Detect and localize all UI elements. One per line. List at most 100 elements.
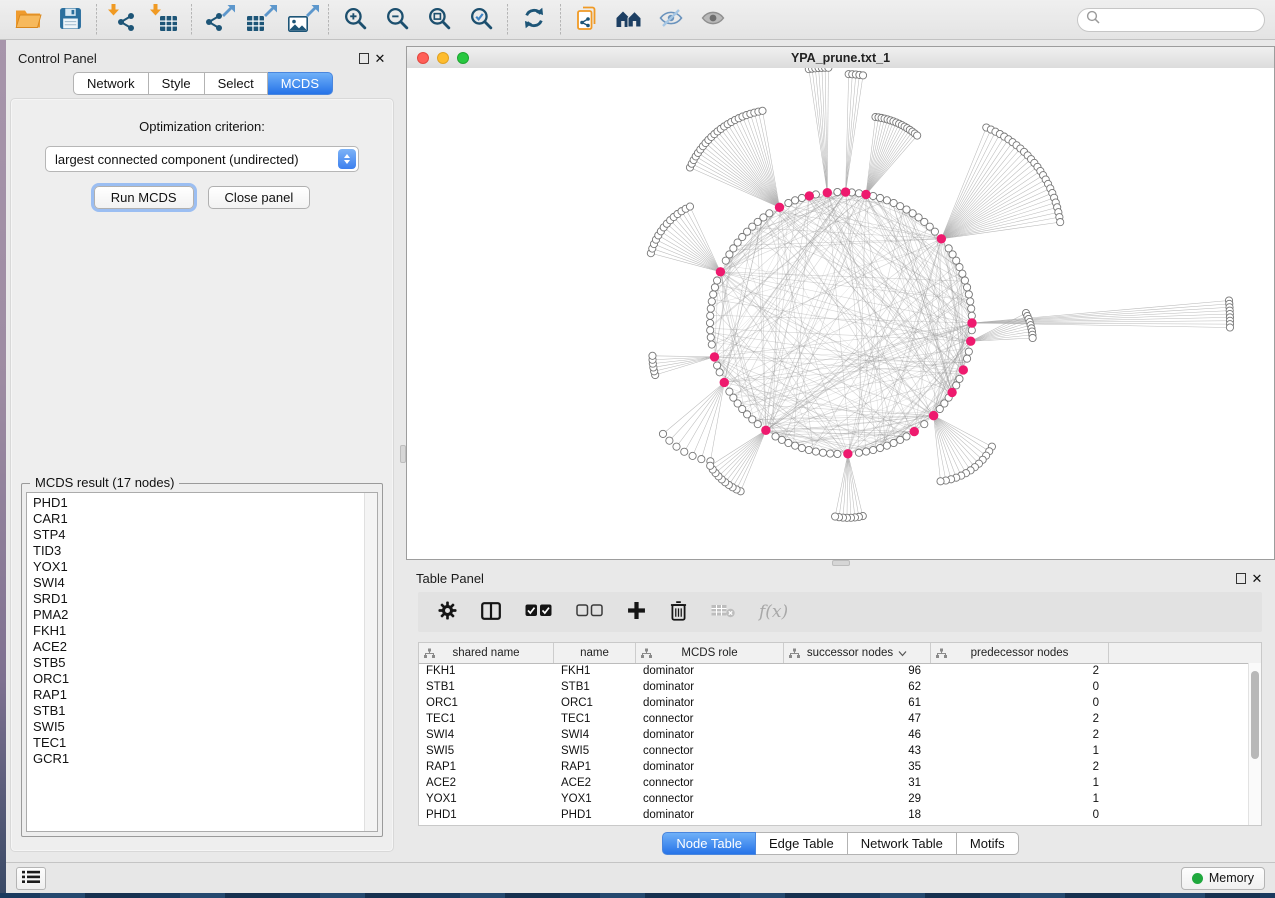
graph-node[interactable] [883, 197, 890, 204]
column-header-predecessor-nodes[interactable]: predecessor nodes [931, 643, 1109, 663]
table-row[interactable]: STB1STB1dominator620 [419, 679, 1249, 695]
graph-node[interactable] [791, 442, 798, 449]
network-window-titlebar[interactable]: YPA_prune.txt_1 [407, 47, 1274, 69]
graph-leaf-node[interactable] [1029, 334, 1036, 341]
maximize-window-button[interactable] [457, 52, 469, 64]
clone-network-button[interactable] [569, 4, 605, 36]
close-panel-icon[interactable]: ✕ [1249, 570, 1265, 586]
import-table-button[interactable] [147, 4, 183, 36]
refresh-button[interactable] [516, 4, 552, 36]
import-network-button[interactable] [105, 4, 141, 36]
table-row[interactable]: ACE2ACE2connector311 [419, 775, 1249, 791]
criterion-dropdown[interactable]: largest connected component (undirected) [45, 146, 359, 172]
table-row[interactable]: RAP1RAP1dominator352 [419, 759, 1249, 775]
memory-button[interactable]: Memory [1181, 867, 1265, 890]
graph-node[interactable] [819, 449, 826, 456]
tab-mcds[interactable]: MCDS [268, 72, 333, 95]
graph-dominator-node[interactable] [762, 426, 770, 434]
search-field[interactable] [1077, 8, 1265, 32]
graph-node[interactable] [834, 450, 841, 457]
graph-node[interactable] [791, 197, 798, 204]
graph-leaf-node[interactable] [937, 478, 944, 485]
list-item[interactable]: TID3 [27, 543, 364, 559]
graph-node[interactable] [963, 355, 970, 362]
graph-node[interactable] [713, 277, 720, 284]
graph-node[interactable] [772, 433, 779, 440]
graph-node[interactable] [805, 446, 812, 453]
graph-leaf-node[interactable] [1057, 218, 1064, 225]
graph-node[interactable] [707, 305, 714, 312]
graph-leaf-node[interactable] [825, 68, 832, 71]
graph-node[interactable] [965, 348, 972, 355]
zoom-fit-button[interactable] [421, 4, 457, 36]
tab-motifs[interactable]: Motifs [957, 832, 1019, 855]
graph-node[interactable] [708, 298, 715, 305]
graph-leaf-node[interactable] [686, 203, 693, 210]
table-row[interactable]: SWI5SWI5connector431 [419, 743, 1249, 759]
graph-dominator-node[interactable] [716, 268, 724, 276]
graph-leaf-node[interactable] [1226, 324, 1233, 331]
graph-node[interactable] [812, 448, 819, 455]
graph-node[interactable] [870, 192, 877, 199]
graph-dominator-node[interactable] [720, 378, 728, 386]
table-settings-button[interactable] [438, 601, 457, 623]
show-all-button[interactable] [695, 4, 731, 36]
graph-node[interactable] [883, 442, 890, 449]
column-header-shared-name[interactable]: shared name [419, 643, 554, 663]
graph-node[interactable] [965, 291, 972, 298]
graph-node[interactable] [961, 277, 968, 284]
delete-table-button[interactable] [711, 603, 735, 621]
graph-node[interactable] [877, 444, 884, 451]
tab-node-table[interactable]: Node Table [662, 832, 756, 855]
minimize-window-button[interactable] [437, 52, 449, 64]
float-panel-icon[interactable] [356, 50, 372, 66]
graph-dominator-node[interactable] [841, 188, 849, 196]
graph-leaf-node[interactable] [666, 437, 673, 444]
graph-leaf-node[interactable] [698, 456, 705, 463]
network-graph[interactable] [407, 68, 1274, 559]
graph-node[interactable] [870, 446, 877, 453]
unselect-all-columns-button[interactable] [576, 604, 603, 620]
zoom-selected-button[interactable] [463, 4, 499, 36]
graph-leaf-node[interactable] [649, 352, 656, 359]
graph-leaf-node[interactable] [673, 443, 680, 450]
graph-dominator-node[interactable] [775, 203, 783, 211]
list-item[interactable]: CAR1 [27, 511, 364, 527]
list-item[interactable]: YOX1 [27, 559, 364, 575]
graph-dominator-node[interactable] [710, 353, 718, 361]
list-item[interactable]: FKH1 [27, 623, 364, 639]
hide-selection-button[interactable] [653, 4, 689, 36]
run-mcds-button[interactable]: Run MCDS [94, 186, 194, 209]
table-row[interactable]: PHD1PHD1dominator180 [419, 807, 1249, 823]
graph-node[interactable] [967, 298, 974, 305]
graph-node[interactable] [877, 194, 884, 201]
list-item[interactable]: PMA2 [27, 607, 364, 623]
list-item[interactable]: SWI4 [27, 575, 364, 591]
table-row[interactable]: SWI4SWI4dominator462 [419, 727, 1249, 743]
graph-leaf-node[interactable] [859, 72, 866, 79]
save-session-button[interactable] [52, 4, 88, 36]
graph-node[interactable] [890, 439, 897, 446]
graph-node[interactable] [834, 188, 841, 195]
graph-node[interactable] [707, 327, 714, 334]
table-row[interactable]: FKH1FKH1dominator962 [419, 663, 1249, 679]
search-input[interactable] [1105, 12, 1264, 28]
export-table-button[interactable] [242, 4, 278, 36]
select-all-columns-button[interactable] [525, 604, 552, 620]
graph-dominator-node[interactable] [862, 190, 870, 198]
list-item[interactable]: PHD1 [27, 495, 364, 511]
table-scrollbar[interactable] [1248, 663, 1261, 825]
close-window-button[interactable] [417, 52, 429, 64]
graph-dominator-node[interactable] [967, 337, 975, 345]
graph-node[interactable] [713, 362, 720, 369]
graph-node[interactable] [726, 388, 733, 395]
list-item[interactable]: ACE2 [27, 639, 364, 655]
graph-node[interactable] [707, 312, 714, 319]
table-row[interactable]: ORC1ORC1dominator610 [419, 695, 1249, 711]
graph-node[interactable] [798, 444, 805, 451]
create-column-button[interactable] [627, 601, 646, 623]
column-header-name[interactable]: name [554, 643, 636, 663]
graph-node[interactable] [963, 284, 970, 291]
delete-column-button[interactable] [670, 600, 687, 624]
graph-node[interactable] [921, 421, 928, 428]
